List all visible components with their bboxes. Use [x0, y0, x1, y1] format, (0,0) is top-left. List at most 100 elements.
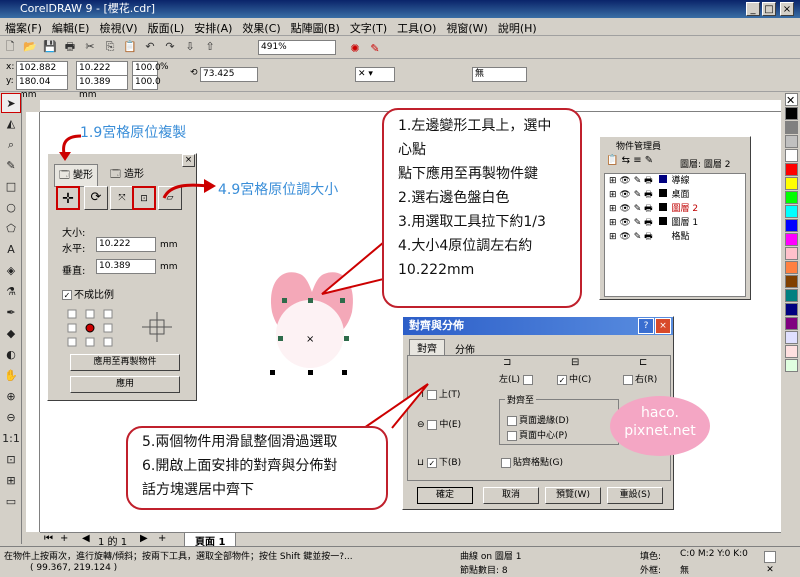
save-icon[interactable]: 💾 [41, 38, 59, 56]
width-field[interactable]: 10.222 mm [76, 61, 128, 86]
add-page-end-button[interactable]: + [158, 533, 166, 544]
y-field[interactable]: 180.04 mm [16, 75, 68, 100]
h-input[interactable]: 10.222 [96, 237, 156, 252]
align-right-checkbox[interactable]: 右(R) [623, 372, 657, 385]
tab-shaping[interactable]: 🗔 造形 [106, 164, 148, 185]
menu-tools[interactable]: 工具(O) [392, 18, 441, 38]
open-icon[interactable]: 📂 [21, 38, 39, 56]
menu-help[interactable]: 說明(H) [493, 18, 542, 38]
zoom-in-icon[interactable]: ⊕ [1, 387, 21, 407]
copy-icon[interactable]: ⎘ [101, 38, 119, 56]
polygon-tool-icon[interactable]: ⬠ [1, 219, 21, 239]
ellipse-tool-icon[interactable]: ○ [1, 198, 21, 218]
tab-distribute[interactable]: 分佈 [447, 341, 483, 356]
align-center-h-checkbox[interactable]: ✓ 中(C) [557, 372, 591, 385]
apply-button[interactable]: 應用 [70, 376, 180, 393]
color-swatch-teal[interactable] [785, 289, 798, 302]
color-swatch-blue[interactable] [785, 219, 798, 232]
scale-x-field[interactable]: 100.0 [132, 61, 161, 76]
menu-layout[interactable]: 版面(L) [143, 18, 190, 38]
color-swatch-magenta[interactable] [785, 233, 798, 246]
preview-button[interactable]: 預覽(W) [545, 487, 601, 504]
import-icon[interactable]: ⇩ [181, 38, 199, 56]
scale-y-field[interactable]: 100.0 [132, 75, 161, 90]
color-swatch-mint[interactable] [785, 359, 798, 372]
menu-window[interactable]: 視窗(W) [441, 18, 492, 38]
minimize-button[interactable]: _ [746, 2, 760, 16]
outline-tool-icon[interactable]: ✒ [1, 303, 21, 323]
page-center-checkbox[interactable]: 頁面中心(P) [507, 428, 567, 441]
layer-row[interactable]: ⊞ 👁 ✎ 🖶 導線 [605, 174, 745, 188]
color-swatch-navy[interactable] [785, 303, 798, 316]
docker-close-button[interactable]: × [182, 154, 195, 167]
menu-text[interactable]: 文字(T) [345, 18, 392, 38]
shape-tool-icon[interactable]: ◭ [1, 114, 21, 134]
zoom-tool-icon[interactable]: ⌕ [1, 135, 21, 155]
color-swatch-rose[interactable] [785, 345, 798, 358]
color-swatch-brown[interactable] [785, 275, 798, 288]
color-swatch-yellow[interactable] [785, 177, 798, 190]
corel-icon[interactable]: ✺ [346, 40, 364, 58]
color-swatch-green[interactable] [785, 191, 798, 204]
zoom-out-icon[interactable]: ⊖ [1, 408, 21, 428]
menu-arrange[interactable]: 安排(A) [189, 18, 237, 38]
object-manager-tab[interactable]: 物件管理員 [602, 139, 748, 153]
first-page-button[interactable]: ⏮ [44, 533, 53, 544]
color-swatch-none[interactable]: ✕ [785, 93, 798, 107]
interactive-tool-icon[interactable]: ◈ [1, 261, 21, 281]
selection-handles[interactable] [270, 370, 347, 375]
prev-page-button[interactable]: ◀ [82, 533, 90, 544]
zoom-selected-icon[interactable]: ⊡ [1, 450, 21, 470]
arrow-select[interactable]: ✕ ▾ [355, 67, 395, 82]
reset-button[interactable]: 重設(S) [607, 487, 663, 504]
color-swatch-gray[interactable] [785, 121, 798, 134]
tab-align[interactable]: 對齊 [409, 339, 445, 355]
zoom-all-icon[interactable]: ⊞ [1, 471, 21, 491]
rotate-button[interactable]: ⟳ [84, 186, 108, 210]
color-swatch-pink[interactable] [785, 247, 798, 260]
tab-transform[interactable]: 🗔 變形 [54, 164, 99, 187]
hand-tool-icon[interactable]: ✋ [1, 366, 21, 386]
next-page-button[interactable]: ▶ [140, 533, 148, 544]
color-swatch-cyan[interactable] [785, 205, 798, 218]
close-button[interactable]: × [780, 2, 794, 16]
fill-tool-icon[interactable]: ◆ [1, 324, 21, 344]
zoom-page-icon[interactable]: ▭ [1, 492, 21, 512]
help-button[interactable]: ? [638, 318, 654, 334]
zoom-select[interactable]: 491% [258, 40, 336, 55]
pick-tool-icon[interactable]: ➤ [1, 93, 21, 113]
v-input[interactable]: 10.389 [96, 259, 156, 274]
scale-button[interactable]: ⤧ [110, 186, 134, 210]
add-page-button[interactable]: + [60, 533, 68, 544]
zoom-1to1-icon[interactable]: 1:1 [1, 429, 21, 449]
menu-bitmaps[interactable]: 點陣圖(B) [286, 18, 345, 38]
anchor-grid[interactable] [66, 308, 116, 348]
color-swatch-silver[interactable] [785, 135, 798, 148]
eyedropper-tool-icon[interactable]: ⚗ [1, 282, 21, 302]
layer-row[interactable]: ⊞ 👁 ✎ 🖶 圖層 2 [605, 202, 745, 216]
proportional-checkbox[interactable]: ✓ 不成比例 [62, 286, 114, 301]
color-swatch-orange[interactable] [785, 261, 798, 274]
height-field[interactable]: 10.389 mm [76, 75, 128, 100]
angle-field[interactable]: 73.425 [200, 67, 258, 82]
menu-file[interactable]: 檔案(F) [0, 18, 47, 38]
menu-edit[interactable]: 編輯(E) [47, 18, 95, 38]
layer-row[interactable]: ⊞ 👁 ✎ 🖶 格點 [605, 230, 745, 244]
color-swatch-purple[interactable] [785, 317, 798, 330]
x-field[interactable]: 102.882 mm [16, 61, 68, 86]
layer-row[interactable]: ⊞ 👁 ✎ 🖶 桌面 [605, 188, 745, 202]
transparency-tool-icon[interactable]: ◐ [1, 345, 21, 365]
color-swatch-black[interactable] [785, 107, 798, 120]
apply-to-duplicate-button[interactable]: 應用至再製物件 [70, 354, 180, 371]
redo-icon[interactable]: ↷ [161, 38, 179, 56]
cut-icon[interactable]: ✂ [81, 38, 99, 56]
print-icon[interactable]: 🖶 [61, 38, 79, 56]
align-left-checkbox[interactable]: 左(L) [499, 372, 535, 385]
rectangle-tool-icon[interactable]: □ [1, 177, 21, 197]
outline-select[interactable]: 無 [472, 67, 527, 82]
position-button[interactable]: ✛ [56, 186, 80, 210]
color-swatch-lavender[interactable] [785, 331, 798, 344]
align-bottom-checkbox[interactable]: ⊔ ✓ 下(B) [417, 455, 461, 468]
menu-view[interactable]: 檢視(V) [94, 18, 142, 38]
paste-icon[interactable]: 📋 [121, 38, 139, 56]
